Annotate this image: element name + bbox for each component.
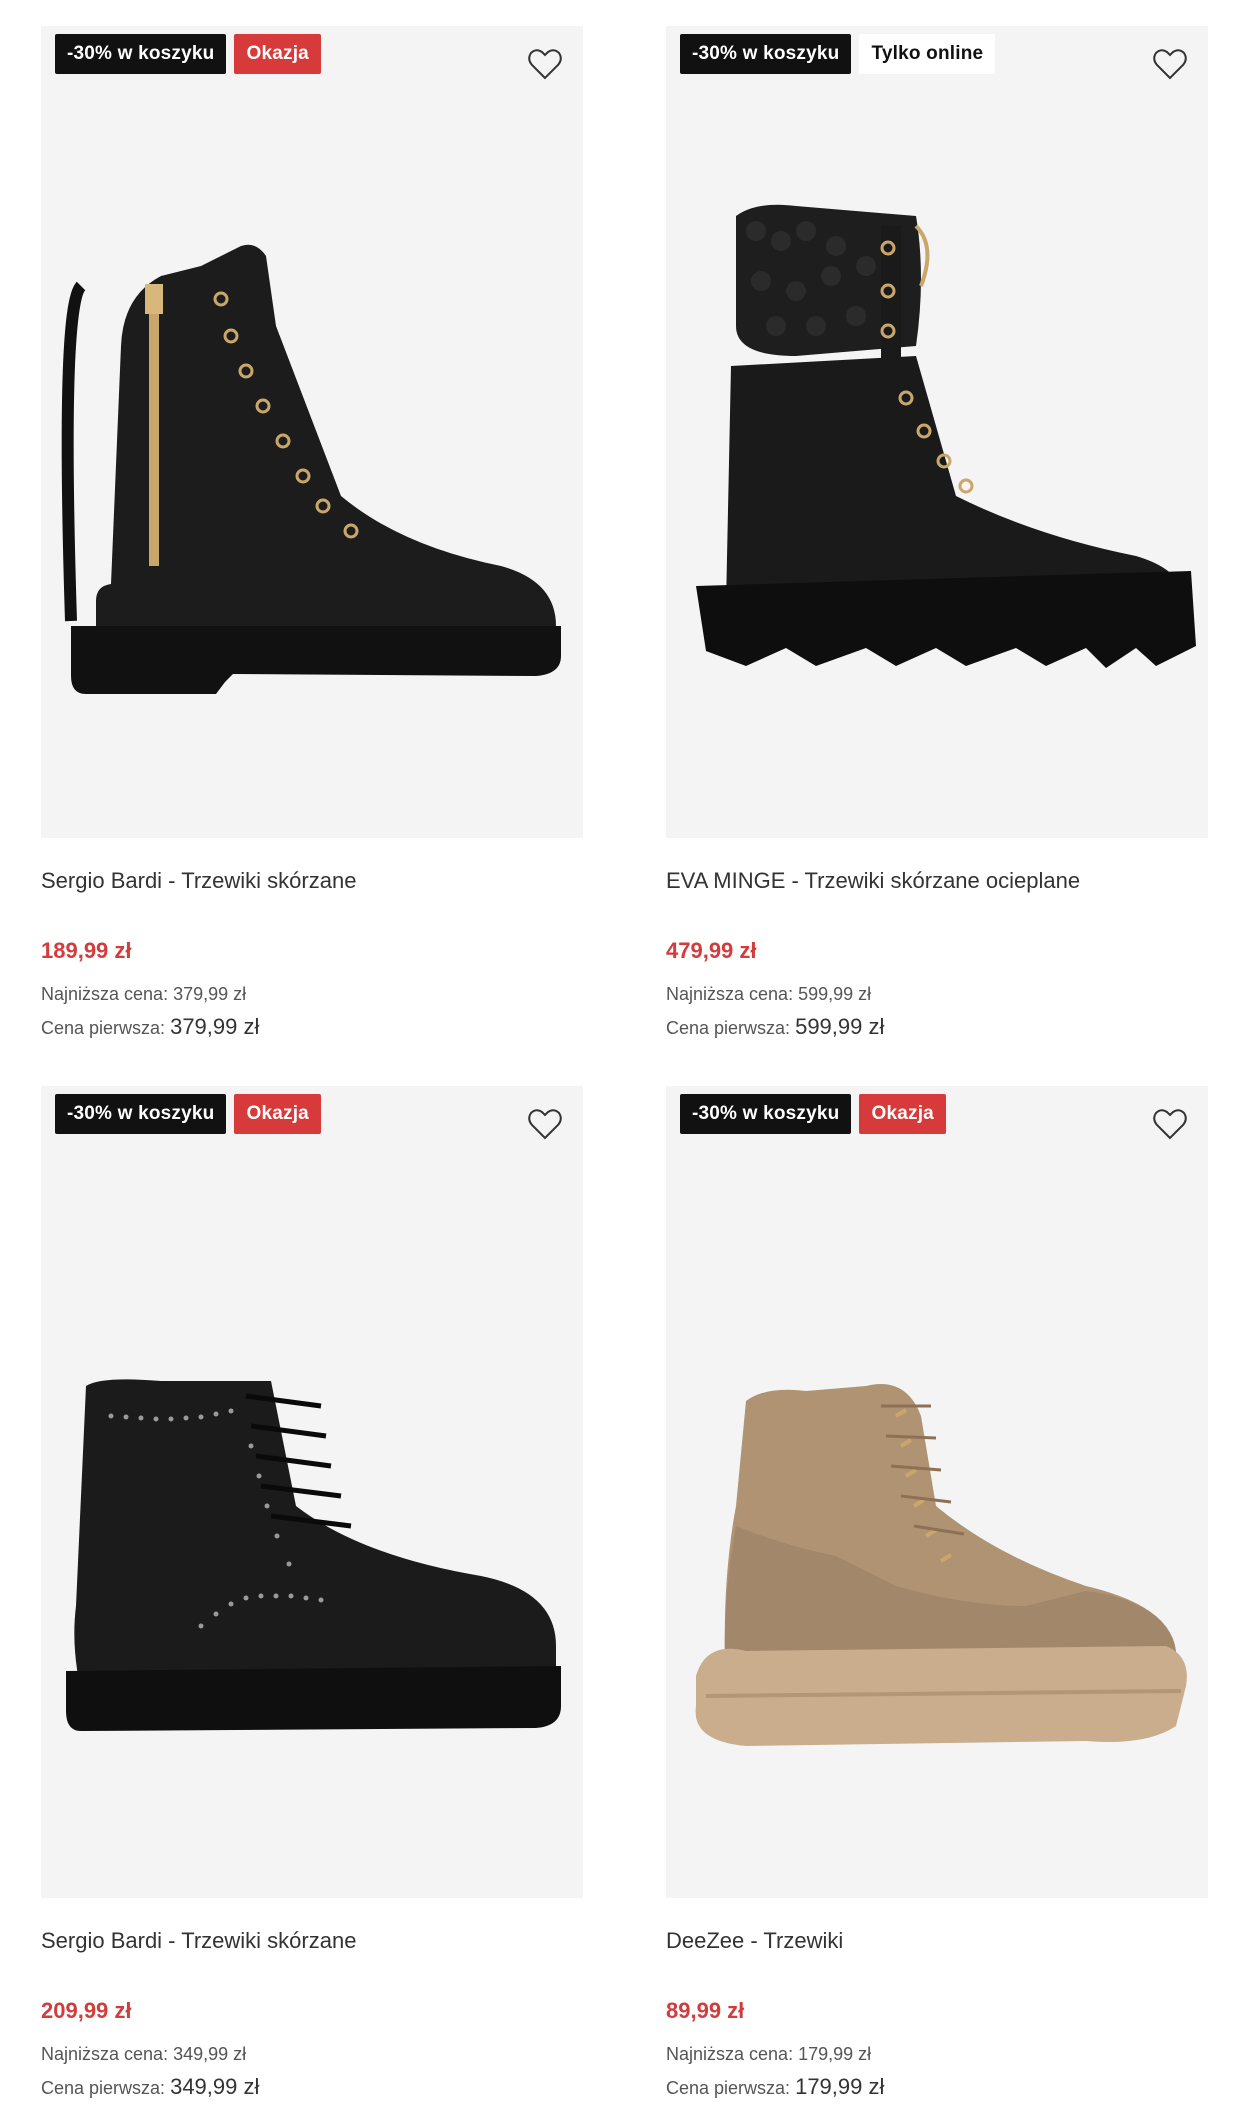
lowest-price-value: 179,99 zł [798,2044,872,2064]
product-title[interactable]: EVA MINGE - Trzewiki skórzane ocieplane [666,868,1080,894]
badge-group: -30% w koszyku Okazja [55,34,321,74]
lowest-price-value: 599,99 zł [798,984,872,1004]
product-card[interactable]: -30% w koszyku Okazja DeeZee - Trzewiki … [666,1086,1208,2106]
first-price-value: 349,99 zł [170,2074,260,2099]
lowest-price-label: Najniższa cena: [41,2044,169,2064]
product-image[interactable]: -30% w koszyku Tylko online [666,26,1208,838]
lowest-price-value: 379,99 zł [173,984,247,1004]
sale-price: 209,99 zł [41,1998,132,2023]
first-price: Cena pierwsza: 179,99 zł [666,2074,884,2100]
lowest-price-label: Najniższa cena: [666,2044,794,2064]
heart-outline-icon[interactable] [525,1104,565,1144]
deal-badge: Okazja [859,1094,946,1134]
product-title[interactable]: DeeZee - Trzewiki [666,1928,843,1954]
promo-badge: -30% w koszyku [680,1094,852,1134]
product-image[interactable]: -30% w koszyku Okazja [41,1086,583,1898]
first-price-value: 379,99 zł [170,1014,260,1039]
product-image[interactable]: -30% w koszyku Okazja [666,1086,1208,1898]
promo-badge: -30% w koszyku [55,1094,227,1134]
heart-outline-icon[interactable] [1150,1104,1190,1144]
lowest-price: Najniższa cena: 349,99 zł [41,2044,246,2065]
first-price: Cena pierwsza: 599,99 zł [666,1014,884,1040]
badge-group: -30% w koszyku Okazja [680,1094,946,1134]
product-card[interactable]: -30% w koszyku Tylko online EVA MINGE - … [666,26,1208,1046]
promo-badge: -30% w koszyku [680,34,852,74]
product-image[interactable]: -30% w koszyku Okazja [41,26,583,838]
lowest-price: Najniższa cena: 599,99 zł [666,984,871,1005]
first-price-label: Cena pierwsza: [41,1018,166,1038]
lowest-price-value: 349,99 zł [173,2044,247,2064]
product-title[interactable]: Sergio Bardi - Trzewiki skórzane [41,868,356,894]
first-price-label: Cena pierwsza: [666,1018,791,1038]
product-card[interactable]: -30% w koszyku Okazja Sergio Bardi - Trz… [41,26,583,1046]
heart-outline-icon[interactable] [1150,44,1190,84]
boot-image [61,244,561,694]
first-price-value: 179,99 zł [795,2074,885,2099]
boot-image [695,1384,1187,1746]
sale-price: 89,99 zł [666,1998,745,2023]
product-card[interactable]: -30% w koszyku Okazja Sergio Bardi - Trz… [41,1086,583,2106]
first-price: Cena pierwsza: 379,99 zł [41,1014,259,1040]
first-price: Cena pierwsza: 349,99 zł [41,2074,259,2100]
first-price-label: Cena pierwsza: [666,2078,791,2098]
lowest-price: Najniższa cena: 379,99 zł [41,984,246,1005]
product-title[interactable]: Sergio Bardi - Trzewiki skórzane [41,1928,356,1954]
online-only-badge: Tylko online [859,34,996,74]
sale-price: 479,99 zł [666,938,757,963]
sale-price: 189,99 zł [41,938,132,963]
badge-group: -30% w koszyku Okazja [55,1094,321,1134]
deal-badge: Okazja [234,1094,321,1134]
first-price-value: 599,99 zł [795,1014,885,1039]
badge-group: -30% w koszyku Tylko online [680,34,996,74]
first-price-label: Cena pierwsza: [41,2078,166,2098]
heart-outline-icon[interactable] [525,44,565,84]
promo-badge: -30% w koszyku [55,34,227,74]
deal-badge: Okazja [234,34,321,74]
lowest-price-label: Najniższa cena: [666,984,794,1004]
lowest-price-label: Najniższa cena: [41,984,169,1004]
lowest-price: Najniższa cena: 179,99 zł [666,2044,871,2065]
boot-image [696,204,1196,668]
boot-image [66,1379,561,1731]
